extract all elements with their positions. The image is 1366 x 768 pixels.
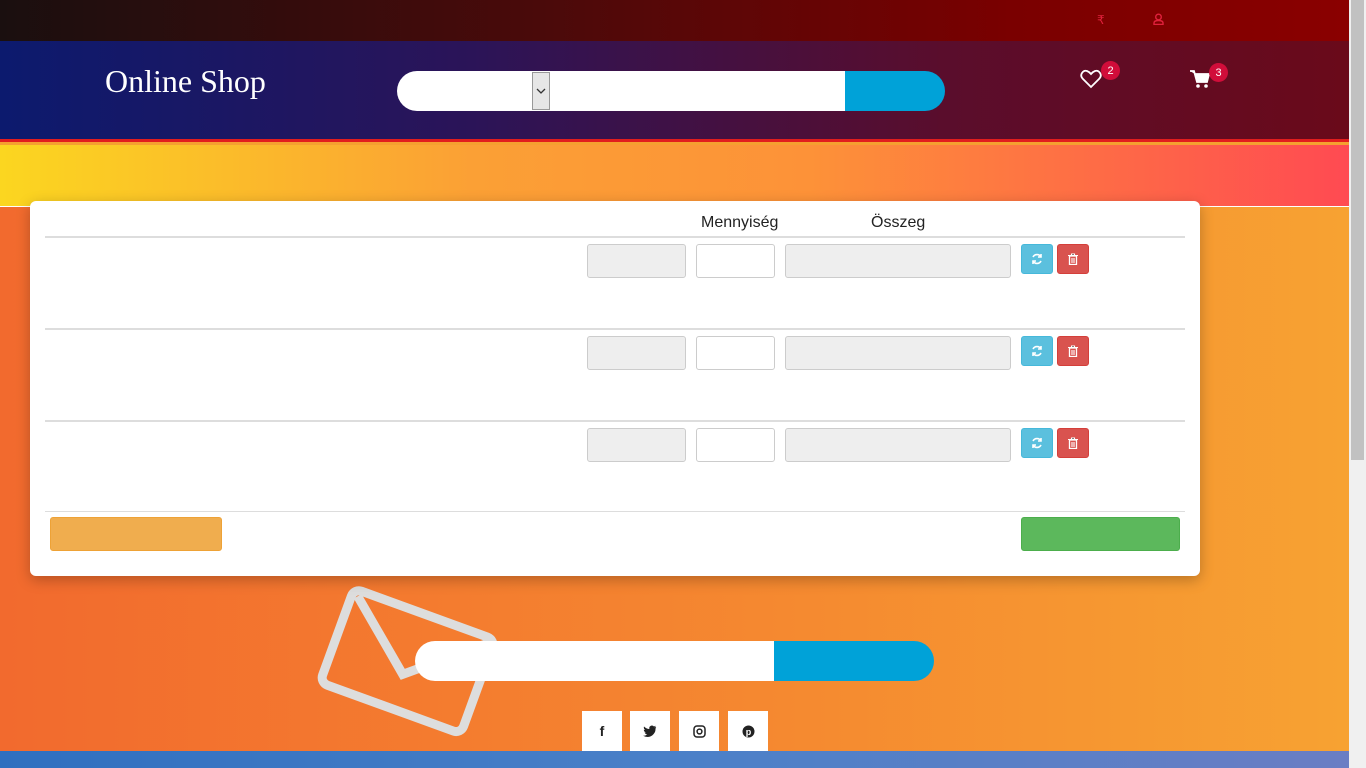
cart-footer-divider [45, 511, 1185, 512]
unit-price-field [587, 336, 686, 370]
site-logo[interactable]: Online Shop [105, 63, 266, 100]
site-header: Online Shop 2 3 [0, 41, 1349, 142]
refresh-icon [1032, 253, 1042, 265]
update-button[interactable] [1021, 428, 1053, 458]
page-scrollbar[interactable] [1349, 0, 1366, 768]
wishlist-link[interactable]: 2 [1080, 61, 1120, 91]
facebook-icon: f [599, 723, 605, 739]
refresh-icon [1032, 437, 1042, 449]
delete-button[interactable] [1057, 336, 1089, 366]
trash-icon [1068, 437, 1078, 449]
user-icon[interactable] [1153, 13, 1164, 28]
update-button[interactable] [1021, 244, 1053, 274]
cart-count-badge: 3 [1209, 63, 1228, 82]
currency-icon[interactable]: ₹ [1097, 13, 1105, 27]
pinterest-link[interactable]: p [728, 711, 768, 751]
unit-price-field [587, 244, 686, 278]
total-column-header: Összeg [871, 214, 926, 231]
twitter-link[interactable] [630, 711, 670, 751]
search-bar [397, 71, 945, 111]
wishlist-count-badge: 2 [1101, 61, 1120, 80]
delete-button[interactable] [1057, 428, 1089, 458]
twitter-icon [643, 725, 657, 737]
facebook-link[interactable]: f [582, 711, 622, 751]
unit-price-field [587, 428, 686, 462]
heart-icon [1080, 69, 1102, 89]
svg-text:p: p [745, 727, 751, 737]
refresh-icon [1032, 345, 1042, 357]
instagram-icon [692, 724, 706, 738]
quantity-input[interactable] [696, 244, 775, 278]
update-button[interactable] [1021, 336, 1053, 366]
scrollbar-thumb[interactable] [1351, 0, 1364, 460]
newsletter-subscribe-button[interactable] [774, 641, 934, 681]
quantity-column-header: Mennyiség [701, 214, 779, 231]
line-total-field [785, 428, 1011, 462]
table-row [45, 420, 1185, 512]
instagram-link[interactable] [679, 711, 719, 751]
cart-icon [1190, 70, 1211, 88]
pinterest-icon: p [742, 725, 754, 737]
continue-shopping-button[interactable] [50, 517, 222, 551]
table-row [45, 236, 1185, 328]
newsletter-email-input[interactable] [415, 641, 774, 681]
newsletter-form [415, 641, 934, 681]
shopping-cart-card: Mennyiség Összeg [30, 201, 1200, 576]
quantity-input[interactable] [696, 428, 775, 462]
banner-strip [0, 145, 1349, 207]
trash-icon [1068, 253, 1078, 265]
quantity-input[interactable] [696, 336, 775, 370]
category-select[interactable] [397, 71, 550, 111]
chevron-down-icon[interactable] [532, 72, 550, 110]
trash-icon [1068, 345, 1078, 357]
search-input[interactable] [550, 71, 845, 111]
cart-link[interactable]: 3 [1189, 63, 1228, 91]
top-bar: ₹ [0, 0, 1349, 41]
table-row [45, 328, 1185, 420]
checkout-button[interactable] [1021, 517, 1180, 551]
delete-button[interactable] [1057, 244, 1089, 274]
line-total-field [785, 244, 1011, 278]
footer-strip [0, 751, 1349, 768]
search-button[interactable] [845, 71, 945, 111]
line-total-field [785, 336, 1011, 370]
